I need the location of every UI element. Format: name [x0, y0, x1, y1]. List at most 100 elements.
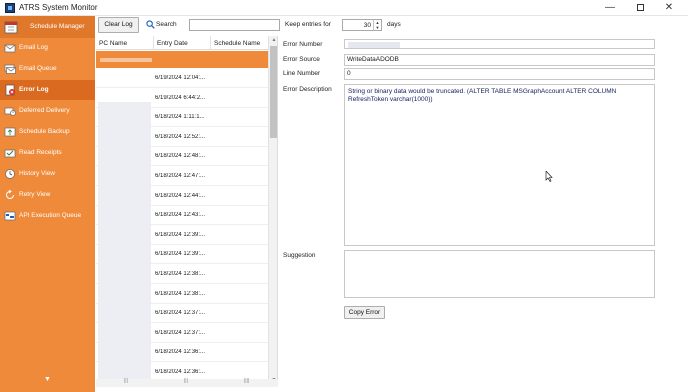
table-row[interactable]: 6/18/2024 12:37:... — [96, 304, 268, 324]
stepper-buttons[interactable]: ▲ ▼ — [373, 20, 381, 30]
text-cursor-icon — [545, 171, 553, 182]
sidebar-item-label: Schedule Backup — [19, 128, 70, 135]
sidebar-item-schedule-backup[interactable]: Schedule Backup — [0, 122, 95, 142]
error-source-label: Error Source — [283, 56, 320, 63]
scrollbar-thumb[interactable] — [270, 46, 277, 138]
copy-error-button[interactable]: Copy Error — [344, 306, 385, 319]
search-input[interactable] — [189, 19, 280, 31]
entry-date-cell: 6/18/2024 12:52:... — [155, 133, 206, 140]
sidebar-item-label: History View — [19, 170, 56, 177]
line-number-field[interactable]: 0 — [344, 68, 655, 80]
error-description-field[interactable]: String or binary data would be truncated… — [344, 84, 655, 246]
sidebar-item-label: Read Receipts — [19, 149, 62, 156]
close-button[interactable]: ✕ — [655, 0, 683, 16]
table-row[interactable]: 6/18/2024 12:48:... — [96, 147, 268, 167]
table-row[interactable]: 6/18/2024 12:37:... — [96, 324, 268, 343]
sidebar-scroll-down-icon[interactable]: ▼ — [44, 376, 51, 383]
entry-date-cell: 6/19/2024 6:44:2... — [155, 94, 206, 101]
calendar-icon — [4, 21, 18, 34]
history-icon — [5, 169, 15, 179]
entry-date-cell: 6/18/2024 12:43:... — [155, 212, 206, 219]
entry-date-cell: 6/18/2024 12:37:... — [155, 329, 206, 336]
sidebar-item-retry-view[interactable]: Retry View — [0, 185, 95, 205]
scroll-mark: |||| — [244, 378, 250, 384]
keep-entries-label: Keep entries for — [285, 21, 331, 28]
table-row[interactable]: 6/18/2024 12:36:... — [96, 343, 268, 363]
scroll-up-icon[interactable]: ▲ — [270, 37, 277, 43]
retry-icon — [6, 189, 14, 199]
scroll-mark: ||| — [184, 378, 188, 384]
table-row[interactable]: 6/18/2024 1:11:1... — [96, 108, 268, 128]
days-label: days — [387, 21, 401, 28]
deferred-icon — [4, 107, 16, 116]
redacted-pc-name — [100, 58, 152, 62]
sidebar-item-read-receipts[interactable]: Read Receipts — [0, 143, 95, 163]
table-row[interactable]: 6/19/2024 6:44:2... — [96, 89, 268, 108]
table-row[interactable]: 6/18/2024 12:52:... — [96, 128, 268, 147]
sidebar-item-label: API Execution Queue — [19, 212, 82, 219]
search-icon[interactable] — [146, 20, 155, 29]
column-divider[interactable] — [153, 36, 154, 50]
minimize-button[interactable]: — — [596, 0, 624, 16]
entry-date-cell: 6/18/2024 12:36:... — [155, 349, 206, 356]
sidebar-item-error-log[interactable]: Error Log — [0, 80, 95, 100]
clear-log-button[interactable]: Clear Log — [98, 17, 139, 33]
sidebar-item-email-log[interactable]: Email Log — [0, 38, 95, 58]
sidebar-item-api-execution-queue[interactable]: API Execution Queue — [0, 206, 95, 226]
keep-entries-value[interactable]: 30 — [364, 22, 371, 29]
table-row[interactable]: 6/18/2024 12:39:... — [96, 245, 268, 265]
line-number-label: Line Number — [283, 70, 321, 77]
table-row[interactable]: 6/18/2024 12:47:... — [96, 167, 268, 186]
sidebar: Schedule Manager Email Log Email Queue E… — [0, 16, 95, 392]
sidebar-item-schedule-manager[interactable]: Schedule Manager — [0, 16, 95, 38]
table-row[interactable]: 6/18/2024 12:44:... — [96, 187, 268, 206]
maximize-icon — [636, 4, 644, 11]
sidebar-item-history-view[interactable]: History View — [0, 164, 95, 184]
sidebar-item-label: Deferred Delivery — [19, 107, 70, 114]
search-label: Search — [156, 21, 177, 28]
entry-date-cell: 6/18/2024 12:38:... — [155, 271, 206, 277]
maximize-button[interactable] — [626, 0, 654, 16]
error-number-field[interactable] — [344, 39, 655, 49]
table-row[interactable]: 6/18/2024 12:43:... — [96, 206, 268, 226]
grid-header: PC Name Entry Date Schedule Name — [96, 36, 268, 50]
sidebar-item-deferred-delivery[interactable]: Deferred Delivery — [0, 101, 95, 121]
entry-date-cell: 6/18/2024 12:38:... — [155, 290, 206, 297]
error-description-label: Error Description — [283, 86, 332, 93]
entry-date-cell: 6/18/2024 12:37:... — [155, 310, 206, 317]
window-title: ATRS System Monitor — [19, 3, 98, 12]
receipt-icon — [4, 149, 16, 158]
column-header-schedule-name[interactable]: Schedule Name — [214, 40, 260, 47]
sidebar-item-email-queue[interactable]: Email Queue — [0, 59, 95, 79]
keep-entries-stepper[interactable]: 30 ▲ ▼ — [342, 19, 382, 31]
entry-date-cell: 6/18/2024 12:39:... — [155, 251, 206, 258]
vertical-scrollbar[interactable]: ▲ ▼ — [268, 36, 277, 385]
error-icon — [5, 84, 15, 96]
sidebar-item-label: Email Log — [19, 44, 48, 51]
error-source-field[interactable]: WriteDataADODB — [344, 54, 655, 66]
app-icon — [5, 3, 15, 13]
mail-queue-icon — [4, 64, 16, 74]
error-log-grid[interactable]: PC Name Entry Date Schedule Name 6/19/20… — [96, 36, 278, 385]
column-header-pc-name[interactable]: PC Name — [99, 40, 127, 47]
table-row[interactable]: 6/18/2024 12:39:... — [96, 226, 268, 245]
entry-date-cell: 6/18/2024 12:44:... — [155, 192, 206, 199]
entry-date-cell: 6/18/2024 12:47:... — [155, 173, 206, 179]
entry-date-cell: 6/18/2024 1:11:1... — [155, 114, 205, 121]
title-bar: ATRS System Monitor — ✕ — [0, 0, 688, 16]
suggestion-field[interactable] — [344, 250, 655, 298]
horizontal-scrollbar[interactable]: ||| ||| |||| — [96, 378, 278, 387]
table-row[interactable]: 6/19/2024 12:04:... — [96, 69, 268, 88]
entry-date-cell: 6/18/2024 12:48:... — [155, 153, 206, 160]
sidebar-item-label: Schedule Manager — [30, 23, 85, 30]
column-header-entry-date[interactable]: Entry Date — [157, 40, 188, 47]
entry-date-cell: 6/18/2024 12:36:... — [155, 369, 206, 375]
table-row[interactable]: 6/18/2024 12:38:... — [96, 285, 268, 304]
entry-date-cell: 6/18/2024 12:39:... — [155, 231, 206, 238]
backup-icon — [4, 127, 16, 137]
email-icon — [4, 44, 16, 53]
column-divider[interactable] — [210, 36, 211, 50]
table-row[interactable]: 6/18/2024 12:38:... — [96, 265, 268, 284]
selected-row[interactable] — [96, 51, 268, 68]
stepper-down-icon[interactable]: ▼ — [374, 25, 381, 30]
